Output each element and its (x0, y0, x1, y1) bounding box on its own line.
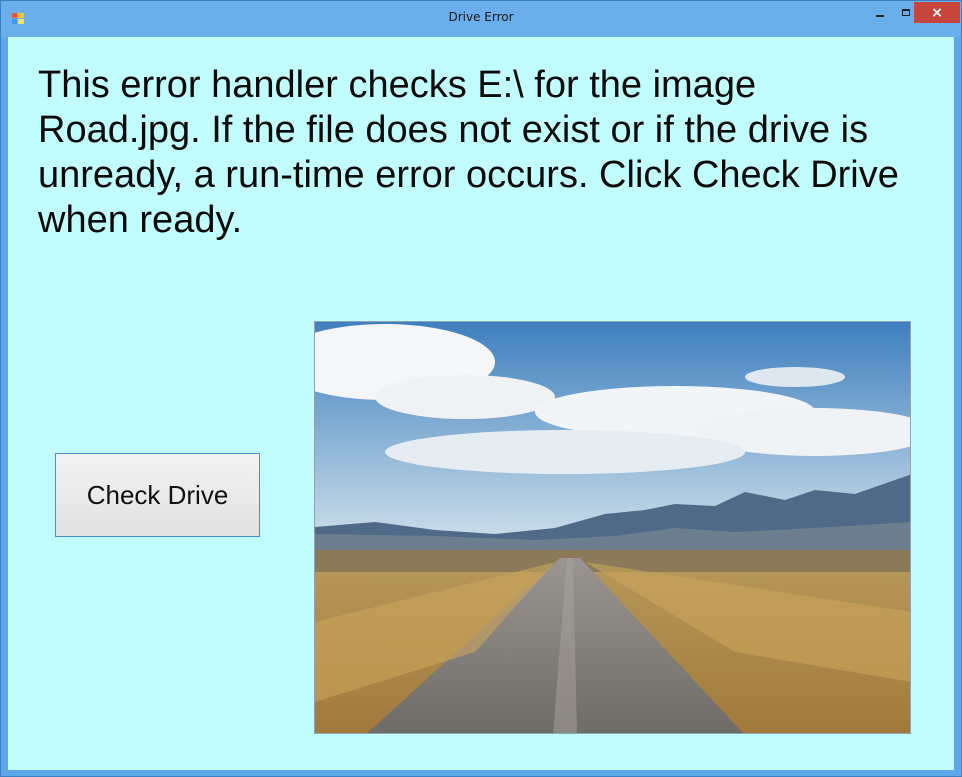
title-bar[interactable]: Drive Error × (1, 1, 961, 37)
minimize-button[interactable] (867, 2, 893, 23)
instruction-label: This error handler checks E:\ for the im… (38, 64, 899, 241)
check-drive-button[interactable]: Check Drive (55, 453, 260, 537)
drive-error-window: Drive Error × This error handler checks … (0, 0, 962, 777)
road-landscape-image (315, 322, 910, 733)
maximize-icon (902, 9, 910, 16)
close-icon: × (931, 4, 943, 21)
road-picture-box (314, 321, 911, 734)
close-button[interactable]: × (914, 2, 960, 23)
window-title: Drive Error (448, 10, 514, 24)
minimize-icon (876, 14, 884, 17)
form-client-area: This error handler checks E:\ for the im… (8, 37, 954, 770)
